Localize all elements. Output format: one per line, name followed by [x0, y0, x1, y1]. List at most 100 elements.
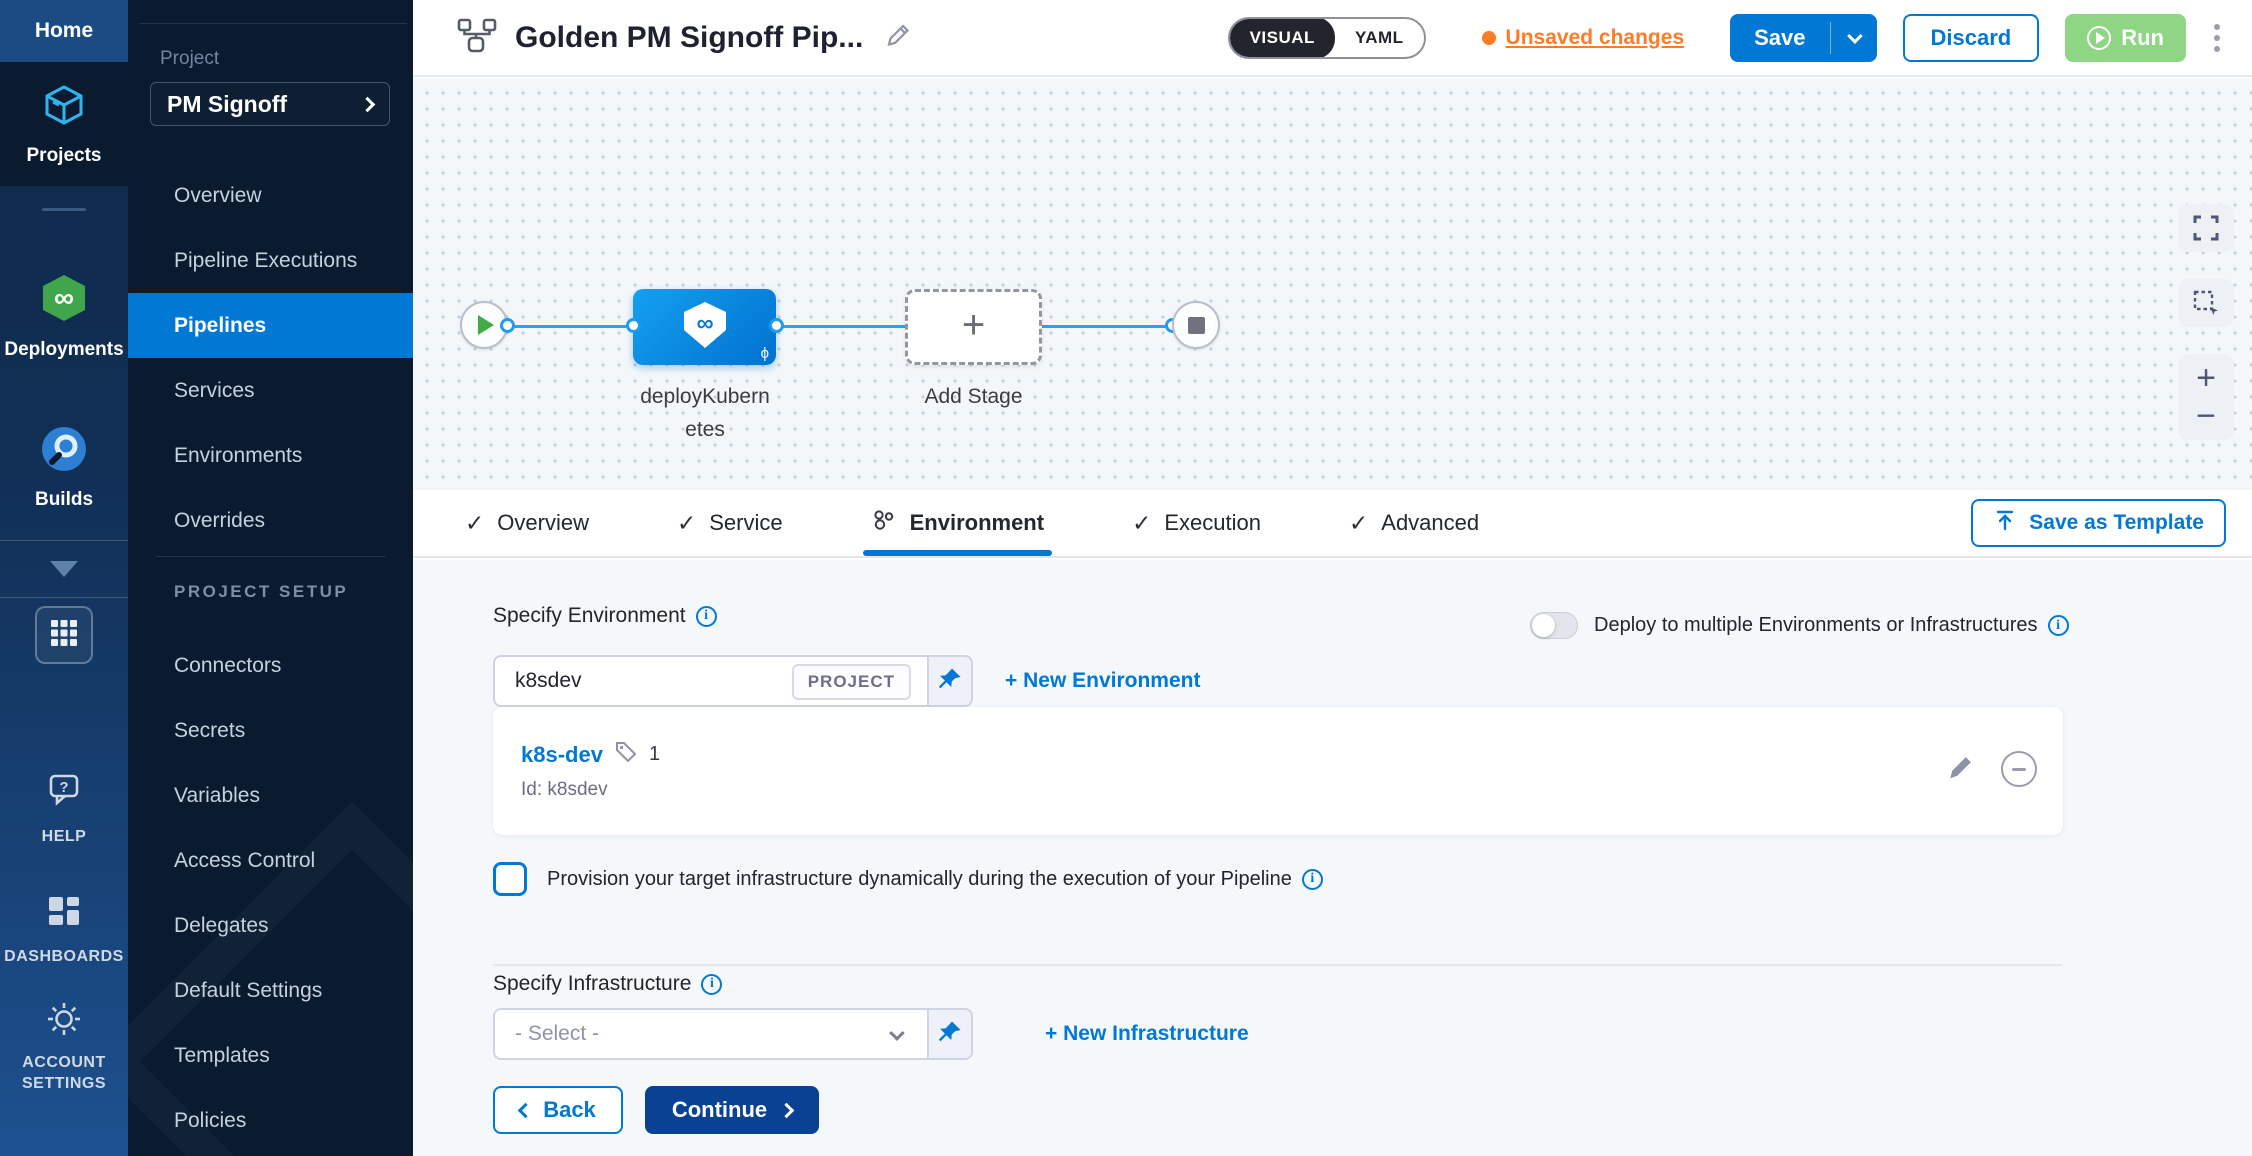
rail-item-builds[interactable]: Builds	[0, 424, 128, 511]
save-as-template-label: Save as Template	[2029, 511, 2204, 535]
rail-item-projects[interactable]: Projects	[0, 62, 128, 186]
chevron-down-icon	[1847, 28, 1863, 44]
tab-advanced[interactable]: ✓ Advanced	[1349, 490, 1479, 556]
info-icon[interactable]: i	[2048, 615, 2069, 636]
save-as-template-button[interactable]: Save as Template	[1971, 499, 2226, 547]
back-button[interactable]: Back	[493, 1086, 623, 1134]
home-label: Home	[35, 19, 93, 43]
new-environment-link[interactable]: + New Environment	[1005, 669, 1200, 693]
sidebar-item-secrets[interactable]: Secrets	[128, 698, 413, 763]
deployments-icon: ∞	[38, 272, 90, 329]
info-icon[interactable]: i	[701, 974, 722, 995]
save-dropdown-button[interactable]	[1831, 14, 1877, 62]
discard-button[interactable]: Discard	[1903, 14, 2040, 62]
sidebar-item-pipeline-executions[interactable]: Pipeline Executions	[128, 228, 413, 293]
svg-text:∞: ∞	[696, 310, 713, 337]
stage-node-deploykubernetes[interactable]: ∞ ϕ	[633, 289, 776, 365]
module-switcher-button[interactable]	[35, 606, 93, 664]
tab-service[interactable]: ✓ Service	[677, 490, 783, 556]
add-stage-node[interactable]: +	[905, 289, 1042, 365]
deploy-multiple-toggle[interactable]	[1530, 612, 1578, 639]
stage-type-mini-icon: ϕ	[761, 345, 769, 362]
sidebar-item-templates[interactable]: Templates	[128, 1023, 413, 1088]
zoom-out-button[interactable]: −	[2178, 392, 2234, 440]
sidebar-item-pipelines[interactable]: Pipelines	[128, 293, 413, 358]
harness-pipeline-studio: Home Projects ∞ Deployments	[0, 0, 2252, 1156]
run-button[interactable]: Run	[2065, 14, 2186, 62]
run-label: Run	[2121, 25, 2164, 51]
continue-button[interactable]: Continue	[645, 1086, 819, 1134]
new-infrastructure-link[interactable]: + New Infrastructure	[1045, 1022, 1249, 1046]
section-divider	[493, 964, 2062, 966]
project-scope-badge: PROJECT	[792, 664, 911, 700]
pin-icon	[937, 1019, 963, 1050]
canvas-fit-view-button[interactable]	[2178, 204, 2234, 252]
check-icon: ✓	[1349, 510, 1368, 537]
project-selector[interactable]: PM Signoff	[150, 82, 390, 126]
project-setup-header: PROJECT SETUP	[174, 582, 348, 602]
rail-item-dashboards[interactable]: DASHBOARDS	[0, 892, 128, 968]
unsaved-changes-link[interactable]: Unsaved changes	[1482, 26, 1685, 50]
pipeline-canvas[interactable]: ∞ ϕ + deployKubernetes Add Stage	[413, 79, 2252, 490]
sidebar-item-overview[interactable]: Overview	[128, 163, 413, 228]
rail-item-home[interactable]: Home	[0, 0, 128, 62]
environment-id: Id: k8sdev	[521, 779, 608, 801]
infrastructure-select-group: - Select -	[493, 1008, 973, 1060]
sidebar-item-access-control[interactable]: Access Control	[128, 828, 413, 893]
canvas-select-mode-button[interactable]	[2178, 279, 2234, 327]
sidebar-top-divider	[140, 23, 407, 24]
dashboards-icon	[44, 892, 84, 937]
environment-input[interactable]	[495, 669, 795, 693]
info-icon[interactable]: i	[696, 606, 717, 627]
environment-name-link[interactable]: k8s-dev	[521, 742, 603, 768]
sidebar-menu: Overview Pipeline Executions Pipelines S…	[128, 163, 413, 553]
sidebar-item-policies[interactable]: Policies	[128, 1088, 413, 1153]
pin-infrastructure-button[interactable]	[929, 1008, 973, 1060]
sidebar-item-overrides[interactable]: Overrides	[128, 488, 413, 553]
builds-icon	[39, 424, 89, 479]
sidebar-item-default-settings[interactable]: Default Settings	[128, 958, 413, 1023]
edit-pencil-icon[interactable]	[883, 20, 913, 55]
save-split-button: Save	[1730, 14, 1876, 62]
environment-icon	[871, 507, 897, 539]
info-icon[interactable]: i	[1302, 869, 1323, 890]
cd-shield-infinity-icon: ∞	[682, 300, 728, 355]
project-label: Project	[160, 48, 219, 70]
tag-icon	[613, 739, 639, 770]
tab-overview[interactable]: ✓ Overview	[465, 490, 589, 556]
rail-item-help[interactable]: ? HELP	[0, 772, 128, 848]
tab-advanced-label: Advanced	[1381, 510, 1479, 536]
chevron-right-icon	[779, 1102, 795, 1118]
yaml-toggle-button[interactable]: YAML	[1335, 17, 1424, 59]
sidebar-item-services[interactable]: Services	[128, 358, 413, 423]
rail-collapse-strip[interactable]	[0, 540, 128, 598]
infrastructure-dropdown[interactable]: - Select -	[493, 1008, 929, 1060]
save-button[interactable]: Save	[1730, 14, 1829, 62]
sidebar-item-connectors[interactable]: Connectors	[128, 633, 413, 698]
check-icon: ✓	[465, 510, 484, 537]
sidebar-item-delegates[interactable]: Delegates	[128, 893, 413, 958]
visual-toggle-button[interactable]: VISUAL	[1230, 17, 1335, 59]
tab-environment[interactable]: Environment	[871, 490, 1044, 556]
stage-name-label: deployKubernetes	[635, 381, 775, 446]
environment-tab-content: Specify Environment i PROJECT + New Envi…	[413, 560, 2252, 1156]
grid-icon	[50, 619, 78, 652]
tab-service-label: Service	[709, 510, 782, 536]
infrastructure-placeholder: - Select -	[495, 1022, 890, 1046]
toggle-knob	[1532, 614, 1555, 637]
tab-overview-label: Overview	[497, 510, 589, 536]
rail-item-account-settings[interactable]: ACCOUNT SETTINGS	[0, 1000, 128, 1095]
edit-environment-button[interactable]	[1945, 751, 1977, 788]
canvas-zoom-controls: + −	[2178, 354, 2234, 440]
rail-item-deployments[interactable]: ∞ Deployments	[0, 272, 128, 361]
environment-field: PROJECT	[493, 655, 929, 707]
pin-environment-button[interactable]	[929, 655, 973, 707]
check-icon: ✓	[1132, 510, 1151, 537]
more-options-kebab-menu[interactable]	[2208, 18, 2226, 58]
remove-environment-button[interactable]	[2001, 751, 2037, 787]
svg-text:?: ?	[59, 779, 68, 796]
provision-checkbox[interactable]	[493, 862, 527, 896]
sidebar-item-environments[interactable]: Environments	[128, 423, 413, 488]
tab-execution[interactable]: ✓ Execution	[1132, 490, 1261, 556]
sidebar-item-variables[interactable]: Variables	[128, 763, 413, 828]
